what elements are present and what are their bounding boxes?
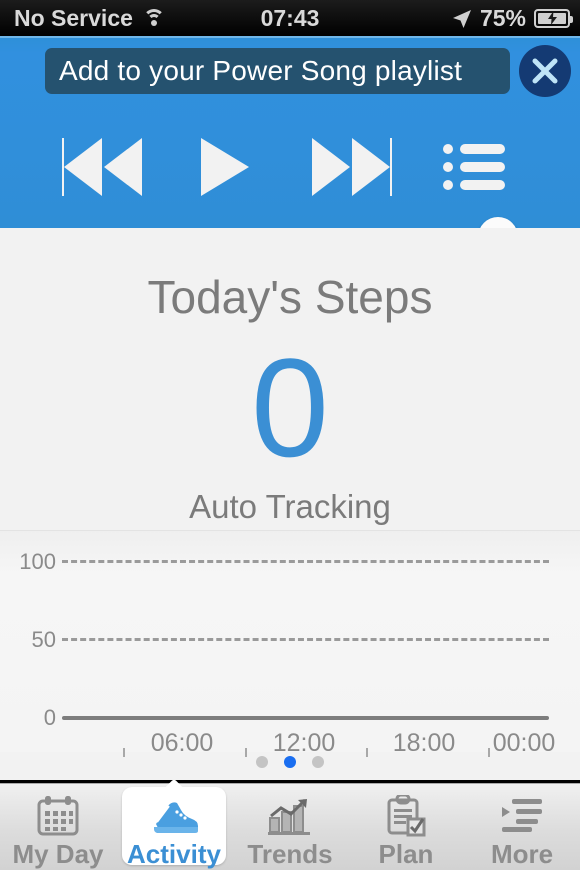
tab-label-activity: Activity xyxy=(127,839,221,869)
tab-plan[interactable]: Plan xyxy=(348,784,464,870)
tab-my-day[interactable]: My Day xyxy=(0,784,116,870)
close-icon[interactable] xyxy=(519,45,571,97)
running-shoe-icon xyxy=(148,793,200,838)
steps-count-value: 0 xyxy=(251,329,329,486)
app-root: No Service 07:43 75% Add to your Power S… xyxy=(0,0,580,870)
gridline-100 xyxy=(62,560,549,563)
music-player-panel: Add to your Power Song playlist xyxy=(0,36,580,257)
y-tick-label-100: 100 xyxy=(19,549,56,574)
steps-chart[interactable]: 100 50 0 06:00 12:00 18:00 00:00 xyxy=(0,530,580,757)
status-bar: No Service 07:43 75% xyxy=(0,0,580,36)
rewind-icon[interactable] xyxy=(58,138,144,201)
bar-chart-trend-icon xyxy=(268,793,312,838)
tab-more[interactable]: More xyxy=(464,784,580,870)
location-arrow-icon xyxy=(452,8,472,28)
page-dot[interactable] xyxy=(312,756,324,768)
page-dot[interactable] xyxy=(256,756,268,768)
x-axis-line xyxy=(62,716,549,720)
page-title: Today's Steps xyxy=(147,271,433,323)
calendar-icon xyxy=(37,793,79,838)
play-icon[interactable] xyxy=(195,138,253,201)
y-tick-label-0: 0 xyxy=(43,705,56,730)
x-tick-label-0000: 00:00 xyxy=(492,729,556,757)
fast-forward-icon[interactable] xyxy=(310,138,396,201)
page-dot-active[interactable] xyxy=(284,756,296,768)
x-tick-label-1200: 12:00 xyxy=(272,729,336,757)
power-song-banner[interactable]: Add to your Power Song playlist xyxy=(45,48,510,94)
activity-content: Today's Steps 0 Auto Tracking 100 50 0 0… xyxy=(0,228,580,780)
tab-label-trends: Trends xyxy=(247,839,333,869)
tab-bar: My Day Activity Trends Plan More xyxy=(0,783,580,870)
list-indent-icon xyxy=(500,793,544,838)
battery-percent-label: 75% xyxy=(479,4,526,31)
y-tick-label-50: 50 xyxy=(31,627,56,652)
x-tick-label-1800: 18:00 xyxy=(392,729,456,757)
tracking-mode-label: Auto Tracking xyxy=(189,488,391,525)
status-bar-right: 75% xyxy=(452,4,573,32)
x-tick-label-0600: 06:00 xyxy=(150,729,214,757)
playback-controls xyxy=(0,133,580,203)
gridline-50 xyxy=(62,638,549,641)
clipboard-check-icon xyxy=(386,793,426,838)
tab-label-my-day: My Day xyxy=(12,839,104,869)
tab-trends[interactable]: Trends xyxy=(232,784,348,870)
tab-label-more: More xyxy=(490,839,554,869)
playlist-icon[interactable] xyxy=(443,143,505,196)
banner-row: Add to your Power Song playlist xyxy=(0,45,580,97)
page-indicator[interactable] xyxy=(0,756,580,768)
tab-activity[interactable]: Activity xyxy=(116,784,232,870)
battery-charging-icon xyxy=(534,8,573,28)
tab-label-plan: Plan xyxy=(378,839,434,869)
